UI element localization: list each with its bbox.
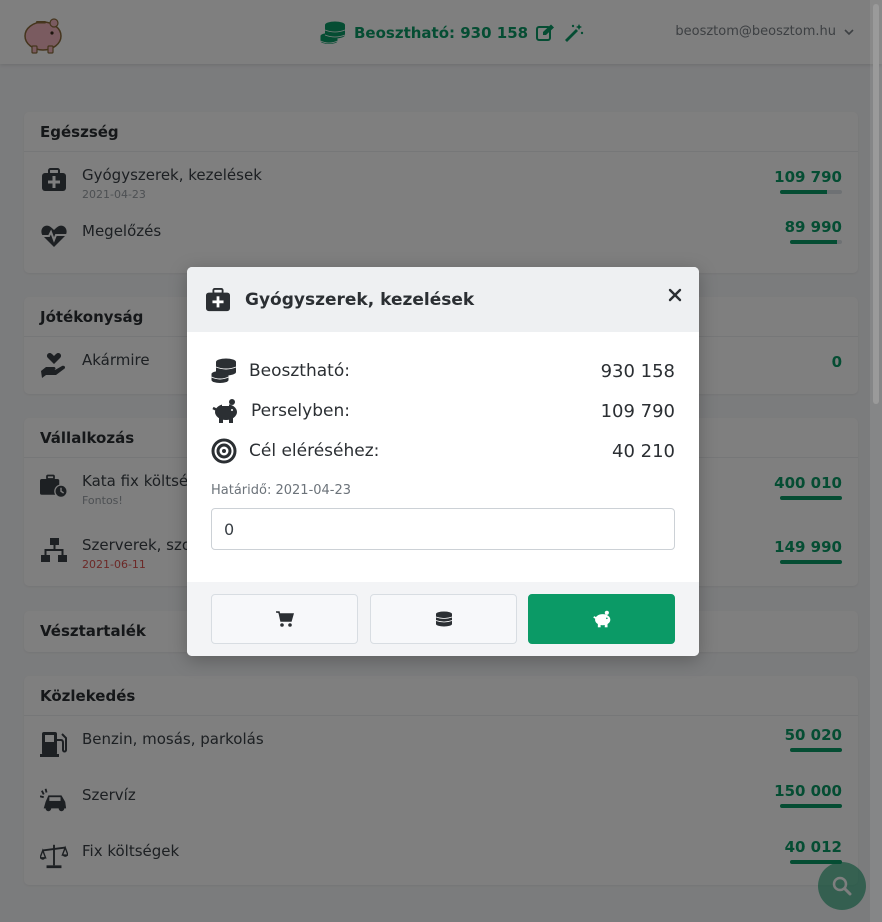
scrollbar[interactable] [870,0,882,922]
piggy-bank-icon [212,399,237,423]
modal-line-label: Beosztható: [249,361,350,381]
deadline-label: Határidő: 2021-04-23 [211,483,352,498]
modal-dialog: Gyógyszerek, kezelések Beosztható: 930 1… [187,267,699,656]
shopping-cart-icon [275,611,294,627]
modal-goal-row: Cél eléréséhez: 40 210 [211,436,675,466]
modal-line-value: 40 210 [612,440,675,462]
allocate-button[interactable] [370,594,517,644]
modal-header: Gyógyszerek, kezelések [187,267,699,332]
spend-button[interactable] [211,594,358,644]
scrollbar-thumb[interactable] [873,4,879,404]
save-to-piggy-button[interactable] [528,594,675,644]
coins-icon [435,611,452,627]
modal-piggy-row: Perselyben: 109 790 [211,396,675,426]
close-icon[interactable] [667,287,683,303]
piggy-bank-icon [592,610,610,628]
amount-input[interactable] [211,508,675,550]
modal-footer [187,582,699,656]
modal-title: Gyógyszerek, kezelések [245,289,475,310]
modal-line-value: 930 158 [600,360,675,382]
medkit-icon [206,287,230,311]
coins-icon [211,358,237,383]
modal-line-value: 109 790 [600,400,675,422]
modal-line-label: Perselyben: [251,401,350,421]
target-icon [211,438,237,464]
modal-available-row: Beosztható: 930 158 [211,356,675,386]
modal-line-label: Cél eléréséhez: [249,441,380,461]
